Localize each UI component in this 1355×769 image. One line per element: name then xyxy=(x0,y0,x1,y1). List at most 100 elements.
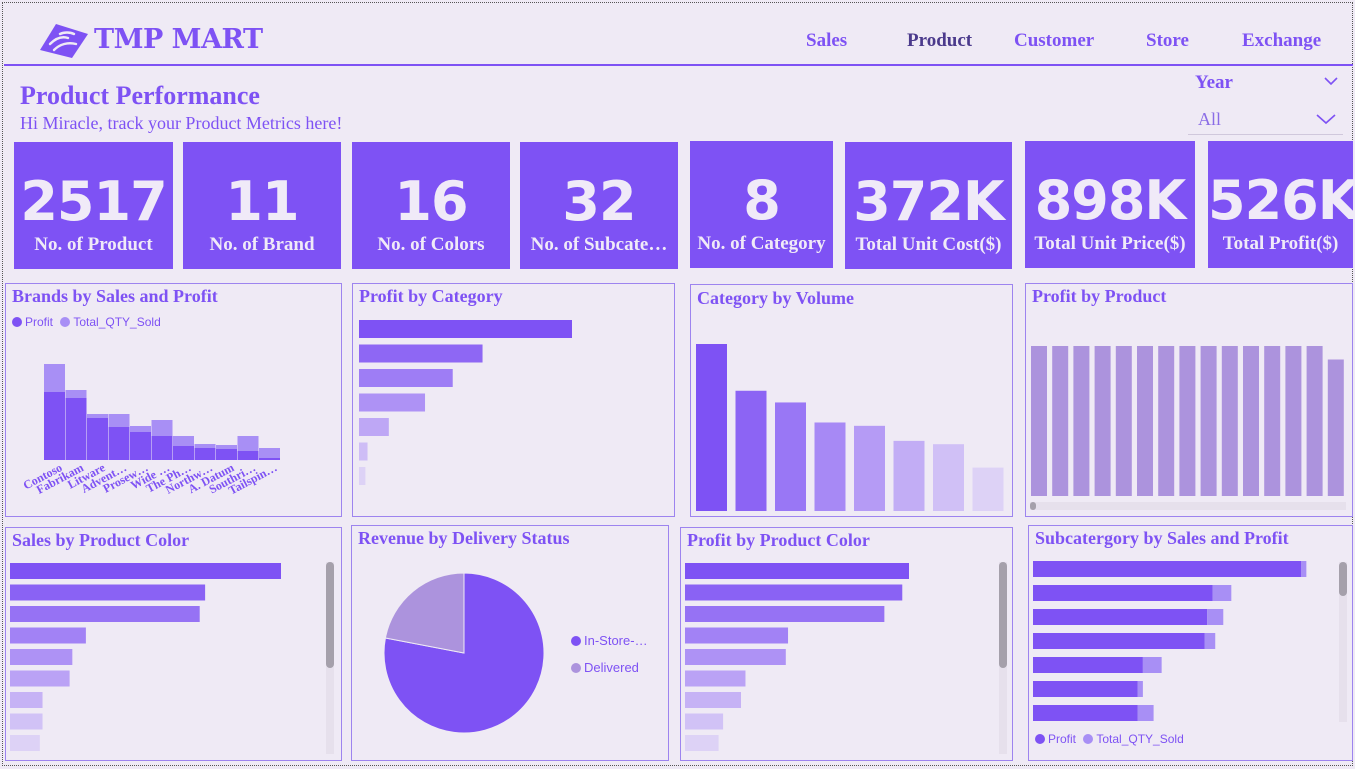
bar xyxy=(10,670,70,687)
kpi-value: 2517 xyxy=(20,170,167,233)
bar-profit xyxy=(130,432,151,460)
bar-profit xyxy=(259,458,280,460)
category-profit-chart xyxy=(359,320,572,485)
bar xyxy=(1327,359,1344,496)
brand-name: TMP MART xyxy=(94,24,263,55)
chevron-down-icon[interactable] xyxy=(1324,76,1338,86)
bar xyxy=(10,627,86,644)
legend-dot-icon xyxy=(1083,734,1094,744)
scrollbar-thumb[interactable] xyxy=(326,562,334,668)
vertical-scrollbar[interactable] xyxy=(999,562,1007,754)
year-slicer-label: Year xyxy=(1195,72,1233,93)
bar xyxy=(696,344,727,511)
kpi-value: 898K xyxy=(1034,169,1187,232)
bar xyxy=(735,390,767,511)
bar xyxy=(775,402,806,511)
page-title: Product Performance xyxy=(20,81,260,110)
chart-legend: Profit Total_QTY_Sold xyxy=(1035,732,1184,746)
bar xyxy=(1137,346,1153,496)
bar xyxy=(1115,346,1132,496)
nav-store[interactable]: Store xyxy=(1146,30,1189,52)
bar-profit xyxy=(87,418,108,460)
bar xyxy=(1200,346,1217,496)
bar-profit xyxy=(1033,609,1208,625)
bar xyxy=(359,369,453,387)
kpi-value: 16 xyxy=(394,170,468,233)
bar-qty-sold xyxy=(65,390,87,398)
vertical-scrollbar[interactable] xyxy=(326,562,334,754)
category-volume-chart xyxy=(696,344,1004,511)
bar-qty-sold xyxy=(87,414,108,418)
chart-profit-by-product-color[interactable]: Profit by Product Color xyxy=(680,527,1013,761)
bar xyxy=(359,344,483,363)
page-subtitle: Hi Miracle, track your Product Metrics h… xyxy=(20,113,343,133)
chart-brands-by-sales-profit[interactable]: Brands by Sales and Profit Profit Total_… xyxy=(5,283,342,517)
kpi-card-subcategories: 32 No. of Subcate… xyxy=(520,142,678,269)
bar-qty-sold xyxy=(1212,585,1232,601)
chevron-down-icon xyxy=(1316,114,1336,125)
nav-product[interactable]: Product xyxy=(907,30,972,52)
bar-profit xyxy=(237,451,259,460)
nav-sales[interactable]: Sales xyxy=(806,30,847,52)
legend-dot-icon xyxy=(571,663,581,673)
scrollbar-thumb[interactable] xyxy=(1339,562,1347,596)
chart-category-by-volume[interactable]: Category by Volume xyxy=(690,284,1013,517)
year-slicer-dropdown[interactable]: All xyxy=(1188,103,1343,135)
scrollbar-thumb[interactable] xyxy=(999,562,1007,668)
kpi-value: 526K xyxy=(1208,169,1355,232)
bar-profit xyxy=(108,427,130,460)
bar xyxy=(685,735,719,751)
bar-profit xyxy=(1033,633,1205,649)
bar xyxy=(1094,346,1111,496)
bar xyxy=(10,713,43,730)
bar-profit xyxy=(151,436,173,460)
chart-revenue-by-delivery-status[interactable]: Revenue by Delivery Status In-Store-… De… xyxy=(351,525,669,761)
bar xyxy=(359,467,366,485)
bar-qty-sold xyxy=(216,445,237,449)
bar-qty-sold xyxy=(108,414,130,427)
legend-label: Profit xyxy=(1048,732,1077,746)
bar xyxy=(893,440,925,511)
bar-profit xyxy=(1033,585,1213,601)
kpi-label: No. of Category xyxy=(697,233,826,254)
bar-profit xyxy=(173,446,194,460)
bar xyxy=(685,713,724,730)
kpi-label: No. of Subcate… xyxy=(530,234,668,255)
scrollbar-thumb[interactable] xyxy=(1030,502,1036,510)
bar-profit xyxy=(1033,657,1143,673)
bar xyxy=(1221,346,1238,496)
bar-qty-sold xyxy=(194,444,216,448)
kpi-value: 11 xyxy=(225,170,299,233)
kpi-label: No. of Product xyxy=(34,234,153,255)
bar xyxy=(1179,346,1196,496)
nav-customer[interactable]: Customer xyxy=(1014,30,1094,52)
chart-profit-by-product[interactable]: Profit by Product xyxy=(1025,283,1353,517)
kpi-card-categories: 8 No. of Category xyxy=(690,141,833,268)
product-profit-chart xyxy=(1031,346,1344,496)
bar xyxy=(685,692,741,708)
bar xyxy=(1031,346,1047,496)
kpi-card-colors: 16 No. of Colors xyxy=(352,142,510,269)
bar-profit xyxy=(194,448,216,460)
legend-label: Delivered xyxy=(584,660,639,675)
bar xyxy=(10,584,206,601)
bar xyxy=(359,320,572,338)
bar xyxy=(1073,346,1090,496)
kpi-label: No. of Colors xyxy=(377,234,485,255)
bar xyxy=(1285,346,1302,496)
vertical-scrollbar[interactable] xyxy=(1339,562,1347,722)
bar xyxy=(10,606,200,622)
color-profit-chart xyxy=(685,563,909,751)
chart-subcategory-by-sales-profit[interactable]: Subcatergory by Sales and Profit Profit … xyxy=(1028,525,1353,761)
bar xyxy=(685,563,909,579)
bar xyxy=(1243,346,1259,496)
chart-sales-by-product-color[interactable]: Sales by Product Color xyxy=(5,527,342,761)
header-divider xyxy=(4,64,1353,66)
horizontal-scrollbar[interactable] xyxy=(1030,502,1346,510)
chart-profit-by-category[interactable]: Profit by Category xyxy=(352,283,675,517)
kpi-label: Total Profit($) xyxy=(1222,233,1339,254)
bar xyxy=(685,627,789,644)
bar-qty-sold xyxy=(1142,657,1162,673)
bar-qty-sold xyxy=(130,426,151,432)
nav-exchange[interactable]: Exchange xyxy=(1242,30,1321,52)
